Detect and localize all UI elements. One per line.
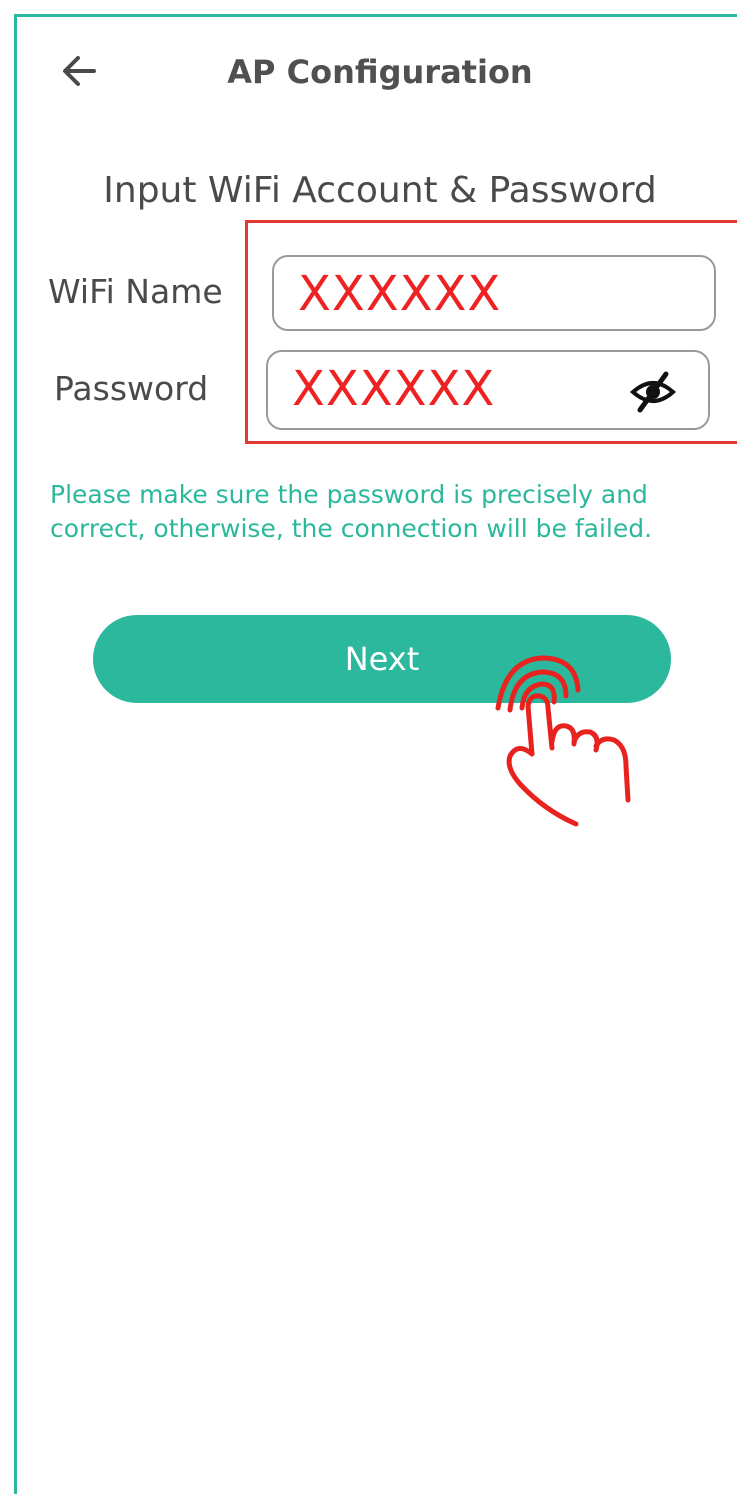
arrow-left-icon	[63, 56, 96, 86]
toggle-password-visibility-button[interactable]	[630, 370, 676, 414]
wifi-name-value: XXXXXX	[298, 266, 502, 322]
next-button[interactable]: Next	[93, 615, 671, 703]
eye-slash-icon	[630, 371, 676, 413]
back-button[interactable]	[58, 50, 100, 92]
wifi-name-field[interactable]: XXXXXX	[272, 255, 716, 331]
password-hint: Please make sure the password is precise…	[50, 480, 653, 543]
wifi-name-label: WiFi Name	[48, 272, 223, 311]
form-subtitle: Input WiFi Account & Password	[103, 170, 657, 211]
password-value: XXXXXX	[292, 361, 496, 417]
password-field[interactable]: XXXXXX	[266, 350, 710, 430]
page-title: AP Configuration	[227, 53, 533, 91]
password-label: Password	[54, 369, 209, 408]
